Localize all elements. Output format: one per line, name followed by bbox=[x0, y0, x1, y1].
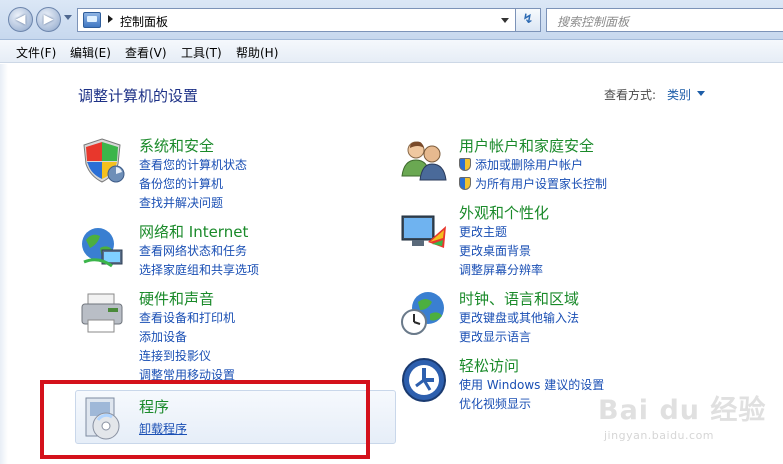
back-button[interactable]: ◀ bbox=[8, 7, 33, 32]
breadcrumb[interactable]: 控制面板 bbox=[77, 8, 515, 32]
link-add-device[interactable]: 添加设备 bbox=[139, 328, 187, 345]
category-system-security[interactable]: 系统和安全 bbox=[139, 135, 214, 156]
link-connect-projector[interactable]: 连接到投影仪 bbox=[139, 347, 211, 364]
menu-tools[interactable]: 工具(T) bbox=[181, 44, 222, 61]
link-parental-controls[interactable]: 为所有用户设置家长控制 bbox=[459, 175, 607, 192]
left-edge bbox=[0, 64, 8, 464]
breadcrumb-control-panel[interactable]: 控制面板 bbox=[120, 13, 168, 30]
category-network-internet[interactable]: 网络和 Internet bbox=[139, 221, 248, 242]
category-clock-language-region[interactable]: 时钟、语言和区域 bbox=[459, 288, 579, 309]
search-placeholder: 搜索控制面板 bbox=[557, 15, 630, 29]
view-by-dropdown[interactable]: 类别 bbox=[667, 86, 691, 103]
shield-security-icon[interactable] bbox=[78, 136, 126, 184]
category-ease-of-access[interactable]: 轻松访问 bbox=[459, 355, 519, 376]
link-backup-computer[interactable]: 备份您的计算机 bbox=[139, 175, 223, 192]
link-parental-controls-label: 为所有用户设置家长控制 bbox=[475, 177, 608, 191]
search-input[interactable]: 搜索控制面板 bbox=[546, 8, 783, 32]
link-homegroup-sharing[interactable]: 选择家庭组和共享选项 bbox=[139, 261, 259, 278]
recent-pages-dropdown-icon[interactable] bbox=[64, 15, 72, 20]
uac-shield-icon bbox=[459, 177, 471, 190]
link-keyboard-input[interactable]: 更改键盘或其他输入法 bbox=[459, 309, 579, 326]
back-arrow-icon: ◀ bbox=[15, 12, 26, 27]
category-hardware-sound[interactable]: 硬件和声音 bbox=[139, 288, 214, 309]
category-appearance[interactable]: 外观和个性化 bbox=[459, 202, 549, 223]
forward-button[interactable]: ▶ bbox=[36, 7, 61, 32]
link-devices-printers[interactable]: 查看设备和打印机 bbox=[139, 309, 235, 326]
clock-globe-icon[interactable] bbox=[400, 288, 448, 336]
user-accounts-icon[interactable] bbox=[400, 136, 448, 184]
link-change-theme[interactable]: 更改主题 bbox=[459, 223, 507, 240]
view-by-label: 查看方式: bbox=[604, 88, 657, 102]
uac-shield-icon bbox=[459, 158, 471, 171]
view-by-chevron-icon[interactable] bbox=[697, 91, 705, 96]
link-optimize-display[interactable]: 优化视频显示 bbox=[459, 395, 531, 412]
menu-bar: 文件(F) 编辑(E) 查看(V) 工具(T) 帮助(H) bbox=[0, 40, 783, 63]
hardware-printer-icon[interactable] bbox=[78, 288, 126, 336]
category-user-accounts[interactable]: 用户帐户和家庭安全 bbox=[459, 135, 594, 156]
menu-view[interactable]: 查看(V) bbox=[125, 44, 167, 61]
ease-of-access-icon[interactable] bbox=[400, 356, 448, 404]
link-add-remove-accounts[interactable]: 添加或删除用户帐户 bbox=[459, 156, 583, 173]
link-view-network-status[interactable]: 查看网络状态和任务 bbox=[139, 242, 247, 259]
watermark-logo: Bai du 经验 bbox=[598, 395, 767, 426]
link-screen-resolution[interactable]: 调整屏幕分辨率 bbox=[459, 261, 543, 278]
menu-file[interactable]: 文件(F) bbox=[16, 44, 56, 61]
link-display-language[interactable]: 更改显示语言 bbox=[459, 328, 531, 345]
address-dropdown-icon[interactable] bbox=[501, 18, 509, 23]
refresh-icon: ↯ bbox=[522, 12, 534, 27]
link-add-remove-accounts-label: 添加或删除用户帐户 bbox=[475, 158, 584, 172]
appearance-monitor-icon[interactable] bbox=[400, 208, 448, 256]
network-globe-icon[interactable] bbox=[78, 222, 126, 270]
forward-arrow-icon: ▶ bbox=[43, 12, 54, 27]
menu-help[interactable]: 帮助(H) bbox=[236, 44, 278, 61]
control-panel-icon bbox=[83, 12, 101, 28]
page-title: 调整计算机的设置 bbox=[78, 87, 199, 105]
link-desktop-background[interactable]: 更改桌面背景 bbox=[459, 242, 531, 259]
address-bar: ◀ ▶ 控制面板 ↯ 搜索控制面板 bbox=[0, 0, 783, 40]
menu-edit[interactable]: 编辑(E) bbox=[70, 44, 111, 61]
link-view-computer-status[interactable]: 查看您的计算机状态 bbox=[139, 156, 247, 173]
highlight-annotation bbox=[40, 380, 370, 459]
link-find-fix-problems[interactable]: 查找并解决问题 bbox=[139, 194, 223, 211]
watermark-url: jingyan.baidu.com bbox=[604, 429, 715, 442]
breadcrumb-chevron-icon[interactable] bbox=[108, 15, 113, 23]
refresh-button[interactable]: ↯ bbox=[515, 8, 541, 32]
link-recommended-settings[interactable]: 使用 Windows 建议的设置 bbox=[459, 376, 604, 393]
